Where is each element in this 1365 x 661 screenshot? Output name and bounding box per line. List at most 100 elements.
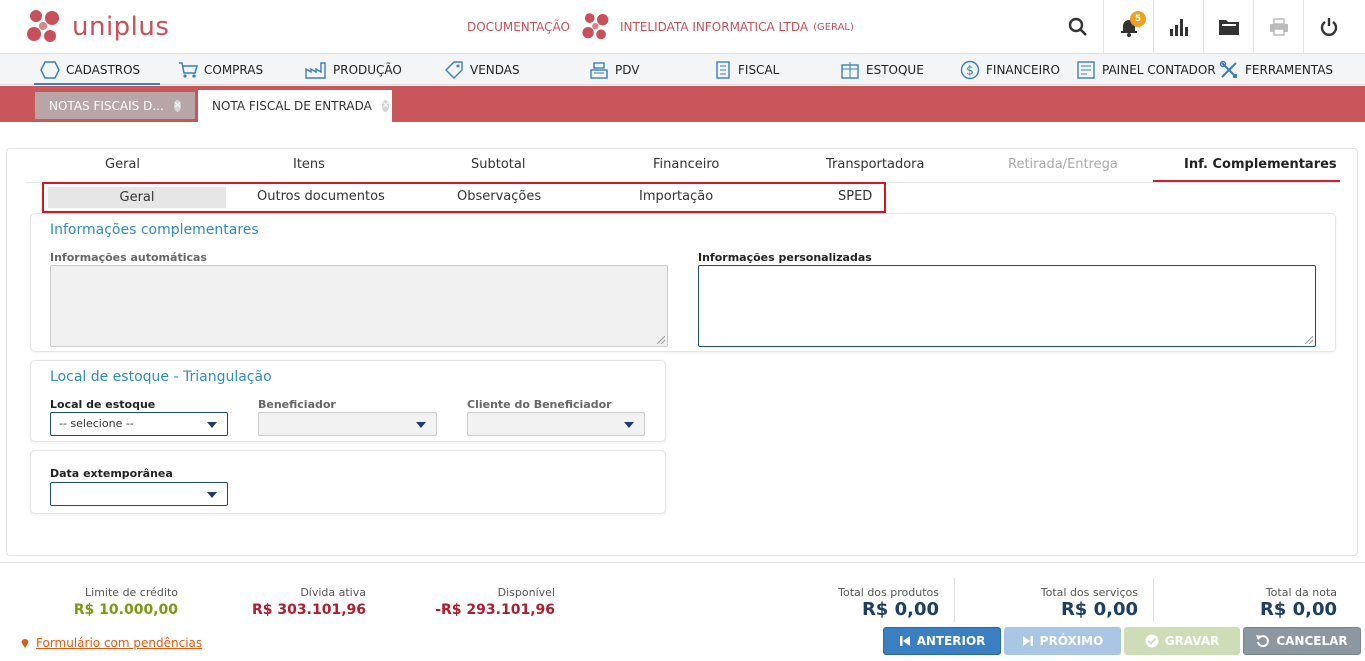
previous-button[interactable]: ANTERIOR bbox=[883, 627, 1001, 655]
auto-info-textarea[interactable] bbox=[50, 265, 668, 347]
available-label: Disponível bbox=[497, 586, 555, 599]
menu-pdv[interactable]: PDV bbox=[589, 55, 639, 85]
company-logo-icon bbox=[582, 13, 609, 40]
header-toolbar: 5 bbox=[1053, 0, 1353, 54]
credit-limit-label: Limite de crédito bbox=[85, 586, 178, 599]
doc-tab-label: NOTA FISCAL DE ENTRADA bbox=[212, 99, 372, 113]
close-icon[interactable]: ✕ bbox=[173, 99, 182, 112]
app-header: uniplus DOCUMENTAÇÃO INTELIDATA INFORMAT… bbox=[0, 0, 1365, 54]
custom-info-textarea[interactable] bbox=[698, 265, 1316, 347]
undo-icon bbox=[1256, 635, 1270, 648]
local-estoque-label: Local de estoque bbox=[50, 398, 156, 411]
next-button[interactable]: PRÓXIMO bbox=[1004, 627, 1121, 655]
doc-tab-label: NOTAS FISCAIS D... bbox=[49, 98, 164, 113]
logo[interactable]: uniplus bbox=[24, 8, 169, 46]
logo-icon bbox=[27, 10, 59, 42]
document-icon bbox=[716, 61, 730, 79]
tab-retirada-entrega[interactable]: Retirada/Entrega bbox=[1008, 157, 1118, 172]
active-debt: Dívida ativa R$ 303.101,96 bbox=[252, 586, 366, 618]
doc-tab-nota-entrada[interactable]: NOTA FISCAL DE ENTRADA ✕ bbox=[198, 90, 392, 122]
resize-grip-icon[interactable] bbox=[1305, 336, 1313, 344]
main-menu: CADASTROS COMPRAS PRODUÇÃO VENDAS PDV FI… bbox=[0, 55, 1365, 85]
cancel-button[interactable]: CANCELAR bbox=[1243, 627, 1361, 655]
module-name: DOCUMENTAÇÃO bbox=[467, 20, 570, 34]
menu-label: FISCAL bbox=[738, 63, 780, 77]
menu-producao[interactable]: PRODUÇÃO bbox=[305, 55, 402, 85]
auto-info-label: Informações automáticas bbox=[50, 251, 207, 264]
beneficiador-select[interactable] bbox=[258, 412, 437, 436]
active-debt-label: Dívida ativa bbox=[300, 586, 366, 599]
menu-label: CADASTROS bbox=[66, 63, 141, 77]
tab-itens[interactable]: Itens bbox=[293, 157, 325, 172]
menu-cadastros[interactable]: CADASTROS bbox=[33, 55, 161, 85]
notification-badge: 5 bbox=[1130, 11, 1146, 27]
menu-financeiro[interactable]: $ FINANCEIRO bbox=[960, 55, 1060, 85]
chevron-down-icon bbox=[207, 492, 217, 498]
menu-estoque[interactable]: ESTOQUE bbox=[840, 55, 924, 85]
pending-text: Formulário com pendências bbox=[36, 636, 203, 650]
total-note: Total da nota R$ 0,00 bbox=[1260, 586, 1337, 620]
active-debt-value: R$ 303.101,96 bbox=[252, 602, 366, 618]
local-estoque-value: -- selecione -- bbox=[59, 417, 134, 430]
tab-geral[interactable]: Geral bbox=[105, 157, 140, 172]
subtab-observacoes[interactable]: Observações bbox=[457, 189, 541, 204]
tab-subtotal[interactable]: Subtotal bbox=[471, 157, 525, 172]
save-label: GRAVAR bbox=[1164, 634, 1220, 648]
tab-inf-complementares[interactable]: Inf. Complementares bbox=[1184, 157, 1337, 172]
menu-label: COMPRAS bbox=[204, 63, 264, 77]
menu-painel-contador[interactable]: PAINEL CONTADOR bbox=[1076, 55, 1216, 85]
resize-grip-icon[interactable] bbox=[657, 336, 665, 344]
credit-limit: Limite de crédito R$ 10.000,00 bbox=[74, 586, 178, 618]
tab-transportadora[interactable]: Transportadora bbox=[826, 157, 924, 172]
menu-label: FINANCEIRO bbox=[986, 63, 1060, 77]
logout-button[interactable] bbox=[1303, 0, 1353, 54]
subtab-geral[interactable]: Geral bbox=[48, 187, 226, 208]
box-icon bbox=[841, 62, 859, 79]
cancel-label: CANCELAR bbox=[1276, 634, 1348, 648]
menu-compras[interactable]: COMPRAS bbox=[178, 55, 263, 85]
stock-section-title: Local de estoque - Triangulação bbox=[50, 369, 272, 385]
available-value: -R$ 293.101,96 bbox=[435, 602, 555, 618]
total-services-value: R$ 0,00 bbox=[1060, 599, 1138, 620]
total-services: Total dos serviços R$ 0,00 bbox=[1041, 586, 1138, 620]
cliente-beneficiador-label: Cliente do Beneficiador bbox=[467, 398, 612, 411]
close-icon[interactable]: ✕ bbox=[381, 100, 390, 112]
reports-button[interactable] bbox=[1153, 0, 1203, 54]
custom-info-label: Informações personalizadas bbox=[698, 251, 872, 264]
ledger-icon bbox=[1077, 61, 1095, 79]
subtab-sped[interactable]: SPED bbox=[838, 189, 872, 204]
menu-fiscal[interactable]: FISCAL bbox=[714, 55, 779, 85]
doc-tab-notas-fiscais[interactable]: NOTAS FISCAIS D... ✕ bbox=[35, 92, 195, 119]
cliente-beneficiador-select[interactable] bbox=[467, 412, 645, 436]
tab-financeiro[interactable]: Financeiro bbox=[653, 157, 719, 172]
previous-label: ANTERIOR bbox=[916, 634, 986, 648]
search-button[interactable] bbox=[1053, 0, 1103, 54]
data-extemporanea-label: Data extemporânea bbox=[50, 467, 173, 480]
print-button[interactable] bbox=[1253, 0, 1303, 54]
subtab-outros-documentos[interactable]: Outros documentos bbox=[257, 189, 385, 204]
menu-label: ESTOQUE bbox=[866, 63, 924, 77]
subtab-importacao[interactable]: Importação bbox=[639, 189, 713, 204]
files-button[interactable] bbox=[1203, 0, 1253, 54]
company-suffix: (GERAL) bbox=[813, 21, 854, 33]
menu-vendas[interactable]: VENDAS bbox=[444, 55, 520, 85]
menu-label: PRODUÇÃO bbox=[333, 63, 402, 77]
save-button[interactable]: GRAVAR bbox=[1124, 627, 1240, 655]
info-section-title: Informações complementares bbox=[50, 222, 259, 238]
bar-chart-icon bbox=[1169, 19, 1188, 36]
tools-icon bbox=[1219, 60, 1237, 78]
map-pin-icon bbox=[21, 639, 29, 648]
skip-back-icon bbox=[899, 636, 910, 646]
summary-divider bbox=[954, 578, 955, 622]
check-circle-icon bbox=[1145, 634, 1159, 648]
document-tabstrip: NOTAS FISCAIS D... ✕ NOTA FISCAL DE ENTR… bbox=[0, 86, 1365, 122]
pending-link[interactable]: Formulário com pendências bbox=[20, 636, 202, 650]
tag-icon bbox=[445, 61, 463, 79]
notifications-button[interactable]: 5 bbox=[1103, 0, 1153, 54]
local-estoque-select[interactable]: -- selecione -- bbox=[50, 412, 228, 436]
menu-ferramentas[interactable]: FERRAMENTAS bbox=[1219, 55, 1333, 85]
data-extemporanea-select[interactable] bbox=[50, 482, 228, 506]
folder-icon bbox=[1218, 20, 1239, 35]
total-note-label: Total da nota bbox=[1265, 586, 1337, 599]
sub-tabs: Geral Outros documentos Observações Impo… bbox=[42, 182, 886, 213]
